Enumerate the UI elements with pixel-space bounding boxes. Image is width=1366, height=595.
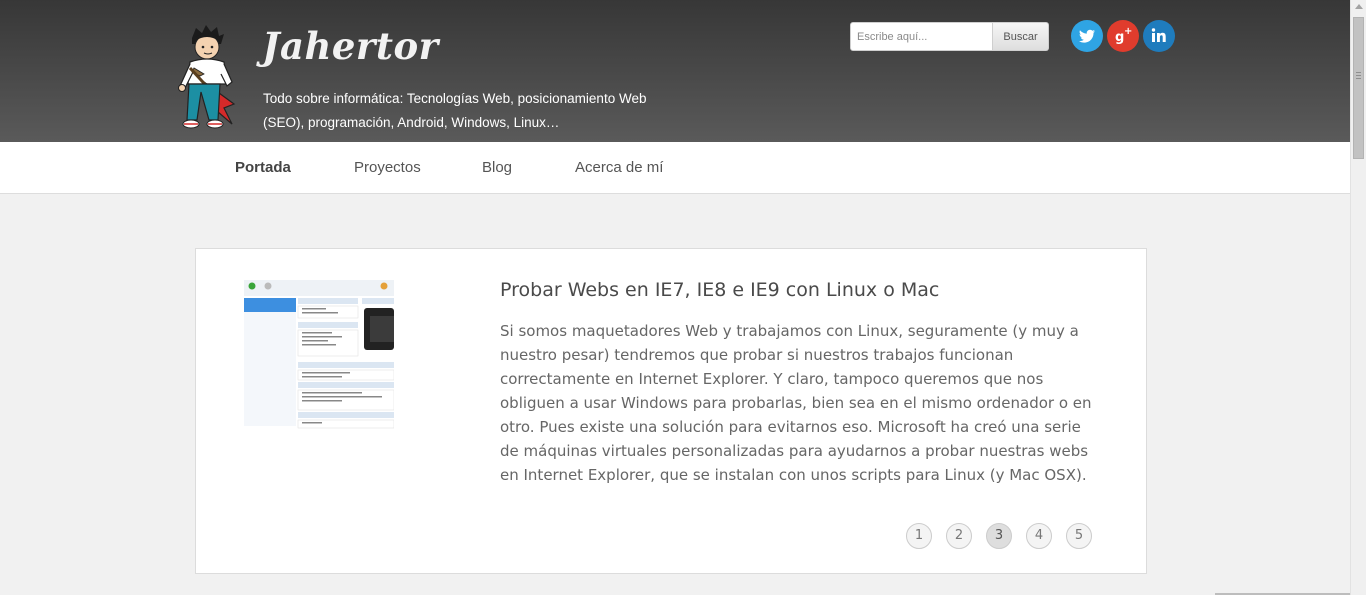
nav-item-portada[interactable]: Portada — [235, 159, 291, 176]
post-title[interactable]: Probar Webs en IE7, IE8 e IE9 con Linux … — [500, 279, 939, 301]
svg-text:+: + — [1124, 26, 1132, 37]
nav-item-blog[interactable]: Blog — [482, 159, 512, 176]
page-button-4[interactable]: 4 — [1026, 523, 1052, 549]
vertical-scrollbar[interactable] — [1350, 0, 1366, 595]
page-button-3[interactable]: 3 — [986, 523, 1012, 549]
svg-text:g: g — [1115, 30, 1124, 45]
google-plus-link[interactable]: g + — [1107, 20, 1139, 52]
featured-post-card: Probar Webs en IE7, IE8 e IE9 con Linux … — [195, 248, 1147, 574]
scroll-up-arrow-icon[interactable] — [1355, 4, 1363, 9]
linkedin-icon — [1151, 28, 1166, 42]
scroll-thumb[interactable] — [1353, 17, 1364, 159]
site-title[interactable]: Jahertor — [262, 24, 439, 68]
twitter-icon — [1079, 29, 1095, 43]
main-nav: Portada Proyectos Blog Acerca de mí — [0, 142, 1350, 194]
google-plus-icon: g + — [1115, 26, 1132, 45]
page-button-2[interactable]: 2 — [946, 523, 972, 549]
search-form: Buscar — [850, 22, 1049, 51]
avatar[interactable] — [172, 24, 244, 140]
site-tagline: Todo sobre informática: Tecnologías Web,… — [263, 91, 647, 130]
site-header: Jahertor Todo sobre informática: Tecnolo… — [0, 0, 1350, 142]
nav-item-proyectos[interactable]: Proyectos — [354, 159, 421, 176]
search-button[interactable]: Buscar — [993, 22, 1049, 51]
linkedin-link[interactable] — [1143, 20, 1175, 52]
post-excerpt: Si somos maquetadores Web y trabajamos c… — [500, 322, 1092, 484]
nav-item-acerca[interactable]: Acerca de mí — [575, 159, 663, 176]
search-input[interactable] — [850, 22, 993, 51]
post-thumbnail[interactable] — [244, 280, 394, 430]
grip-line — [1356, 75, 1361, 76]
twitter-link[interactable] — [1071, 20, 1103, 52]
page-button-1[interactable]: 1 — [906, 523, 932, 549]
grip-line — [1356, 78, 1361, 79]
grip-line — [1356, 72, 1361, 73]
page-button-5[interactable]: 5 — [1066, 523, 1092, 549]
